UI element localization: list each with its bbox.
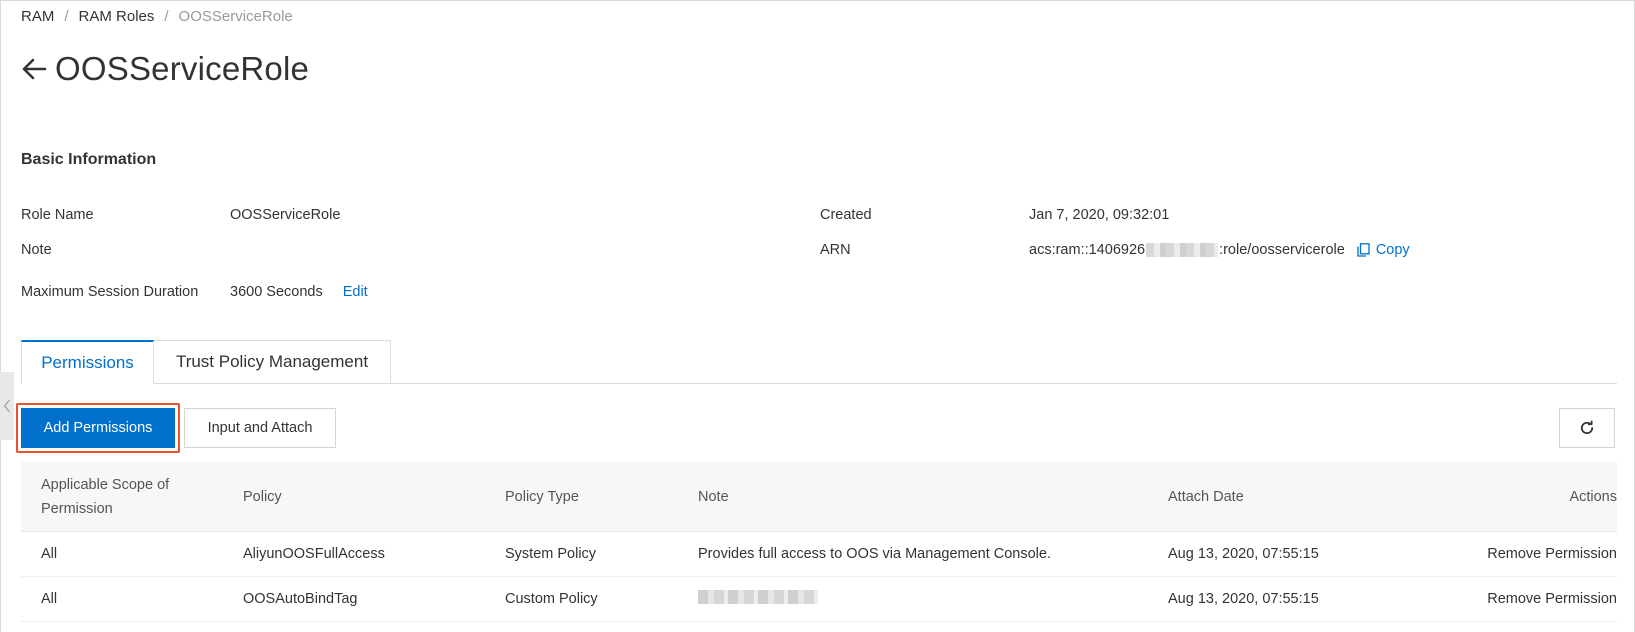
page-title: OOSServiceRole bbox=[55, 50, 310, 87]
header-actions: Actions bbox=[1569, 488, 1617, 505]
note-label: Note bbox=[21, 242, 52, 258]
basic-information-title: Basic Information bbox=[21, 151, 157, 168]
created-label: Created bbox=[820, 207, 872, 223]
breadcrumb-item-ram-roles[interactable]: RAM Roles bbox=[79, 8, 155, 25]
policy-link[interactable]: AliyunOOSFullAccess bbox=[243, 546, 385, 562]
tab-bar: Permissions Trust Policy Management bbox=[21, 340, 1617, 384]
table-row: All AliyunOOSFullAccess System Policy Pr… bbox=[21, 532, 1617, 577]
redacted-account-id bbox=[1146, 243, 1219, 257]
cell-policy-type: System Policy bbox=[505, 546, 597, 562]
arn-suffix: :role/oosservicerole bbox=[1219, 242, 1345, 258]
redacted-note bbox=[698, 590, 818, 604]
chevron-left-icon bbox=[3, 399, 11, 413]
tab-permissions[interactable]: Permissions bbox=[21, 340, 154, 384]
arrow-left-icon[interactable] bbox=[21, 56, 47, 82]
header-attach-date: Attach Date bbox=[1168, 488, 1244, 505]
session-duration-field: 3600 Seconds Edit bbox=[230, 284, 368, 300]
cell-attach-date: Aug 13, 2020, 07:55:15 bbox=[1168, 546, 1319, 562]
header-policy-type: Policy Type bbox=[505, 488, 579, 505]
copy-icon[interactable] bbox=[1357, 243, 1370, 257]
arn-prefix: acs:ram::1406926 bbox=[1029, 242, 1146, 258]
arn-label: ARN bbox=[820, 242, 851, 258]
breadcrumb-current: OOSServiceRole bbox=[178, 8, 293, 25]
arn-value: acs:ram::1406926 :role/oosservicerole Co… bbox=[1029, 242, 1410, 258]
page-header: OOSServiceRole bbox=[21, 50, 309, 88]
header-note: Note bbox=[698, 488, 729, 505]
permissions-table: Applicable Scope of Permission Policy Po… bbox=[21, 462, 1617, 622]
role-name-value: OOSServiceRole bbox=[230, 207, 341, 223]
policy-link[interactable]: OOSAutoBindTag bbox=[243, 591, 357, 607]
refresh-icon bbox=[1580, 420, 1594, 434]
table-row: All OOSAutoBindTag Custom Policy Aug 13,… bbox=[21, 577, 1617, 622]
cell-note: Provides full access to OOS via Manageme… bbox=[698, 546, 1051, 562]
role-name-label: Role Name bbox=[21, 207, 94, 223]
remove-permission-link[interactable]: Remove Permission bbox=[1487, 546, 1617, 562]
add-permissions-button[interactable]: Add Permissions bbox=[21, 408, 175, 448]
breadcrumb-separator: / bbox=[164, 8, 169, 25]
header-policy: Policy bbox=[243, 488, 282, 505]
input-and-attach-button[interactable]: Input and Attach bbox=[184, 408, 336, 448]
copy-arn-link[interactable]: Copy bbox=[1376, 242, 1410, 258]
table-header: Applicable Scope of Permission Policy Po… bbox=[21, 462, 1617, 532]
refresh-button[interactable] bbox=[1559, 408, 1615, 448]
cell-policy-type: Custom Policy bbox=[505, 591, 598, 607]
cell-attach-date: Aug 13, 2020, 07:55:15 bbox=[1168, 591, 1319, 607]
tab-trust-policy-management[interactable]: Trust Policy Management bbox=[154, 340, 391, 384]
sidebar-collapse-handle[interactable] bbox=[0, 372, 14, 440]
edit-session-link[interactable]: Edit bbox=[343, 284, 368, 300]
cell-scope: All bbox=[41, 546, 58, 562]
cell-note-redacted bbox=[698, 590, 818, 608]
remove-permission-link[interactable]: Remove Permission bbox=[1487, 591, 1617, 607]
header-scope: Applicable Scope of Permission bbox=[41, 476, 170, 517]
session-duration-value: 3600 Seconds bbox=[230, 284, 323, 300]
created-value: Jan 7, 2020, 09:32:01 bbox=[1029, 207, 1170, 223]
cell-scope: All bbox=[41, 591, 58, 607]
breadcrumb: RAM / RAM Roles / OOSServiceRole bbox=[21, 8, 293, 25]
session-duration-label: Maximum Session Duration bbox=[21, 284, 199, 300]
breadcrumb-item-ram[interactable]: RAM bbox=[21, 8, 54, 25]
breadcrumb-separator: / bbox=[64, 8, 69, 25]
